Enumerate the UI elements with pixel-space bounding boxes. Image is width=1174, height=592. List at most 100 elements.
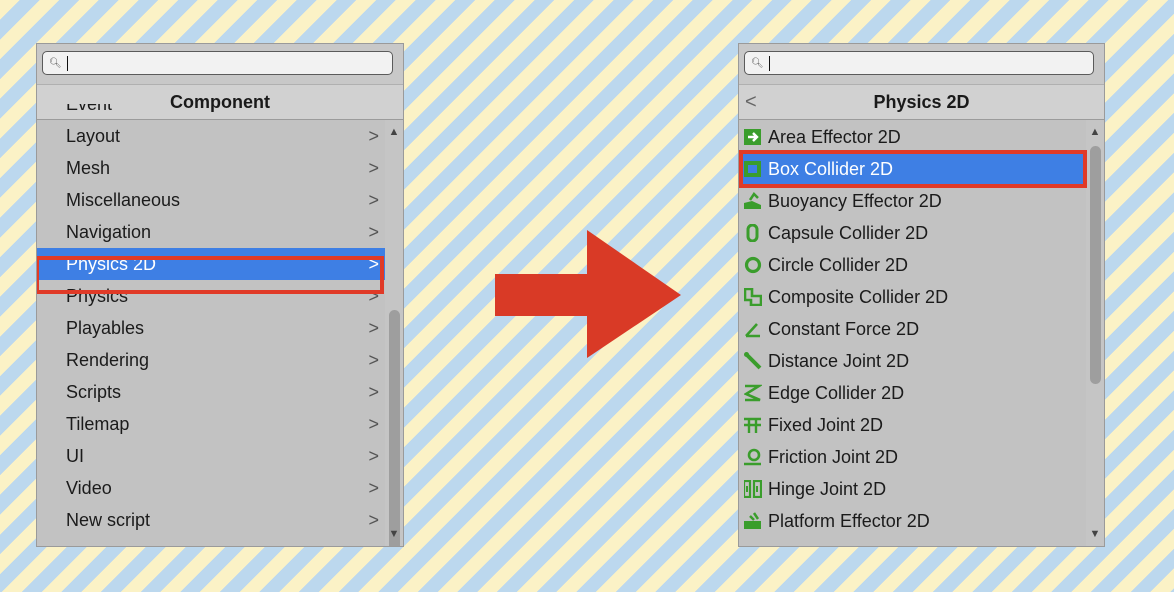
scroll-down-arrow-icon[interactable]: ▼ xyxy=(385,526,403,542)
scrollbar[interactable]: ▲ ▼ xyxy=(1086,120,1104,546)
list-item-video[interactable]: Video > xyxy=(37,472,385,504)
component-menu-panel: 🔍︎ Component Event Layout > Mesh > Miscell… xyxy=(37,44,403,546)
fixed-joint-icon xyxy=(744,417,761,433)
list-item-label: Area Effector 2D xyxy=(768,127,901,147)
list-item-label: UI xyxy=(66,446,84,466)
text-caret xyxy=(769,56,770,71)
arrow-right-icon xyxy=(495,230,681,358)
list-item-label: Scripts xyxy=(66,382,122,402)
list-item-friction-joint-2d[interactable]: Friction Joint 2D xyxy=(739,441,1086,473)
chevron-right-icon: > xyxy=(368,286,379,306)
list-item-circle-collider-2d[interactable]: Circle Collider 2D xyxy=(739,249,1086,281)
edge-collider-icon xyxy=(744,384,762,402)
chevron-right-icon: > xyxy=(368,254,379,274)
chevron-right-icon: > xyxy=(368,158,379,178)
list-item-rendering[interactable]: Rendering > xyxy=(37,344,385,376)
search-bar: 🔍︎ xyxy=(37,44,403,84)
list-item-label: Composite Collider 2D xyxy=(768,287,949,307)
list-item-edge-collider-2d[interactable]: Edge Collider 2D xyxy=(739,377,1086,409)
list-item-label: Mesh xyxy=(66,158,111,178)
list-item-composite-collider-2d[interactable]: Composite Collider 2D xyxy=(739,281,1086,313)
list-item-ui[interactable]: UI > xyxy=(37,440,385,472)
chevron-right-icon: > xyxy=(368,510,379,530)
search-bar: 🔍︎ xyxy=(739,44,1104,84)
list-item-label: Friction Joint 2D xyxy=(768,447,899,467)
search-input[interactable] xyxy=(744,51,1094,75)
scrollbar-thumb[interactable] xyxy=(1090,146,1101,384)
list-item-label: Navigation xyxy=(66,222,152,242)
list-item-label: Playables xyxy=(66,318,145,338)
composite-collider-icon xyxy=(744,288,762,306)
scrollbar-thumb[interactable] xyxy=(389,310,400,546)
platform-effector-icon xyxy=(744,512,761,529)
list-item-label: Event xyxy=(66,104,113,114)
friction-joint-icon xyxy=(744,448,761,466)
list-item-buoyancy-effector-2d[interactable]: Buoyancy Effector 2D xyxy=(739,185,1086,217)
list-item-label: Layout xyxy=(66,126,121,146)
capsule-collider-icon xyxy=(746,224,759,242)
text-caret xyxy=(67,56,68,71)
list-item-physics-2d[interactable]: Physics 2D > xyxy=(37,248,385,280)
component-list: Area Effector 2D Box Collider 2D Buoyanc… xyxy=(739,121,1086,537)
scrollbar[interactable]: ▲ ▼ xyxy=(385,120,403,546)
list-item-label: Box Collider 2D xyxy=(768,159,894,179)
chevron-right-icon: > xyxy=(368,382,379,402)
scroll-down-arrow-icon[interactable]: ▼ xyxy=(1086,526,1104,542)
list-item-scripts[interactable]: Scripts > xyxy=(37,376,385,408)
list-item-tilemap[interactable]: Tilemap > xyxy=(37,408,385,440)
list-item-label: Edge Collider 2D xyxy=(768,383,905,403)
list-item-event[interactable]: Event xyxy=(37,104,385,120)
hinge-joint-icon xyxy=(744,480,762,498)
list-item-label: Circle Collider 2D xyxy=(768,255,909,275)
list-item-area-effector-2d[interactable]: Area Effector 2D xyxy=(739,121,1086,153)
area-effector-icon xyxy=(744,129,761,145)
list-item-label: Buoyancy Effector 2D xyxy=(768,191,942,211)
list-item-label: Tilemap xyxy=(66,414,130,434)
chevron-right-icon: > xyxy=(368,478,379,498)
list-item-capsule-collider-2d[interactable]: Capsule Collider 2D xyxy=(739,217,1086,249)
chevron-right-icon: > xyxy=(368,414,379,434)
list-item-label: Miscellaneous xyxy=(66,190,181,210)
list-item-layout[interactable]: Layout > xyxy=(37,120,385,152)
back-button[interactable]: < xyxy=(745,85,757,119)
list-item-miscellaneous[interactable]: Miscellaneous > xyxy=(37,184,385,216)
list-item-box-collider-2d[interactable]: Box Collider 2D xyxy=(739,153,1086,185)
list-item-hinge-joint-2d[interactable]: Hinge Joint 2D xyxy=(739,473,1086,505)
list-item-fixed-joint-2d[interactable]: Fixed Joint 2D xyxy=(739,409,1086,441)
circle-collider-icon xyxy=(744,256,762,274)
list-item-label: Capsule Collider 2D xyxy=(768,223,929,243)
menu-title: Physics 2D xyxy=(873,92,970,112)
list-item-mesh[interactable]: Mesh > xyxy=(37,152,385,184)
list-item-platform-effector-2d[interactable]: Platform Effector 2D xyxy=(739,505,1086,537)
scroll-up-arrow-icon[interactable]: ▲ xyxy=(1086,124,1104,140)
list-item-playables[interactable]: Playables > xyxy=(37,312,385,344)
list-item-distance-joint-2d[interactable]: Distance Joint 2D xyxy=(739,345,1086,377)
list-item-constant-force-2d[interactable]: Constant Force 2D xyxy=(739,313,1086,345)
chevron-right-icon: > xyxy=(368,222,379,242)
list-item-label: Rendering xyxy=(66,350,150,370)
list-item-label: Physics xyxy=(66,286,129,306)
search-icon: 🔍︎ xyxy=(751,58,764,69)
list-item-physics[interactable]: Physics > xyxy=(37,280,385,312)
chevron-right-icon: > xyxy=(368,190,379,210)
buoyancy-effector-icon xyxy=(744,192,761,209)
scroll-up-arrow-icon[interactable]: ▲ xyxy=(385,124,403,140)
list-item-label: Constant Force 2D xyxy=(768,319,920,339)
constant-force-icon xyxy=(745,323,760,338)
list-item-label: Platform Effector 2D xyxy=(768,511,930,531)
list-item-navigation[interactable]: Navigation > xyxy=(37,216,385,248)
list-item-label: New script xyxy=(66,510,151,530)
menu-header: < Physics 2D xyxy=(739,84,1104,120)
list-item-label: Physics 2D xyxy=(66,254,157,274)
chevron-right-icon: > xyxy=(368,446,379,466)
distance-joint-icon xyxy=(744,352,762,370)
list-item-label: Hinge Joint 2D xyxy=(768,479,887,499)
box-collider-icon xyxy=(744,161,761,177)
physics-2d-menu-panel: 🔍︎ < Physics 2D Area Effector 2D Box Col… xyxy=(739,44,1104,546)
chevron-right-icon: > xyxy=(368,350,379,370)
chevron-right-icon: > xyxy=(368,126,379,146)
search-input[interactable] xyxy=(42,51,393,75)
list-item-label: Distance Joint 2D xyxy=(768,351,910,371)
list-item-new-script[interactable]: New script > xyxy=(37,504,385,536)
list-item-label: Video xyxy=(66,478,112,498)
